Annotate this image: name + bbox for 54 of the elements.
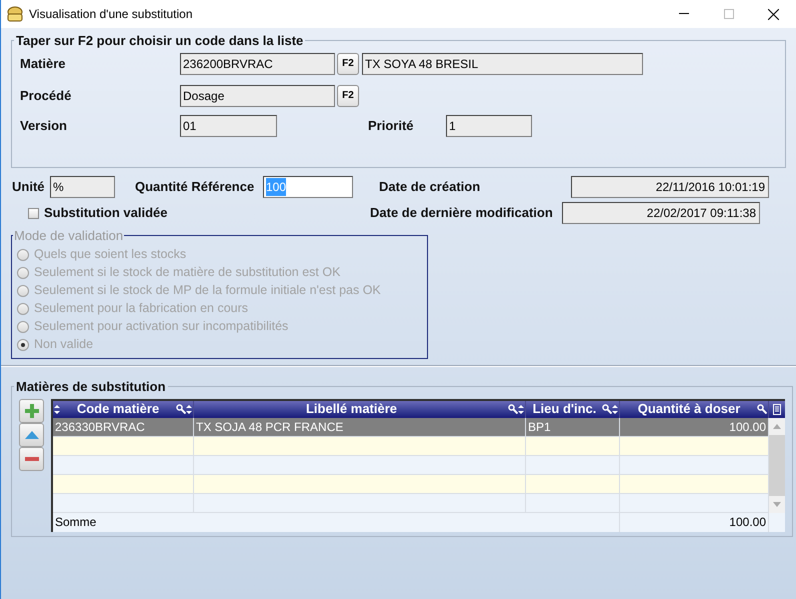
unit-field[interactable]: % [50, 176, 115, 198]
footer-total: 100.00 [620, 512, 769, 532]
radio-label: Quels que soient les stocks [34, 246, 186, 264]
field-label: Quantité Référence [135, 178, 256, 196]
add-button[interactable] [19, 398, 44, 422]
field-label: Version [20, 116, 68, 135]
radio-label: Seulement si le stock de matière de substitution est OK [34, 264, 340, 282]
priority-field[interactable]: 1 [446, 114, 532, 136]
remove-button[interactable] [19, 446, 44, 470]
process-field[interactable]: Dosage [180, 84, 335, 106]
column-settings-icon[interactable] [773, 404, 781, 414]
scroll-up-icon[interactable] [773, 424, 781, 428]
app-icon [6, 6, 24, 22]
lookup-button[interactable]: F2 [337, 52, 359, 74]
scroll-down-icon[interactable] [773, 502, 781, 506]
sort-icon[interactable] [54, 404, 60, 414]
triangle-up-icon [24, 430, 38, 438]
field-label: Unité [12, 178, 46, 196]
modification-date-field[interactable]: 22/02/2017 09:11:38 [562, 202, 760, 224]
search-icon[interactable] [602, 404, 612, 414]
close-icon [768, 8, 779, 20]
window-title: Visualisation d'une substitution [29, 6, 193, 23]
search-icon[interactable] [508, 404, 518, 414]
description-field[interactable]: TX SOYA 48 BRESIL [362, 52, 643, 74]
minimize-icon [678, 13, 688, 15]
lookup-button[interactable]: F2 [337, 84, 359, 106]
field-label: Priorité [368, 116, 415, 134]
radio-label: Seulement pour la fabrication en cours [34, 300, 248, 318]
creation-date-field[interactable]: 22/11/2016 10:01:19 [571, 176, 769, 198]
minus-icon [24, 456, 38, 460]
move-up-button[interactable] [19, 422, 44, 446]
field-label: Date de création [379, 178, 482, 196]
scrollbar[interactable] [769, 418, 785, 512]
sort-icon[interactable] [186, 404, 192, 414]
field-label: Matière [20, 54, 67, 73]
plus-icon [24, 404, 38, 418]
radio-label: Seulement si le stock de MP de la formule initiale n'est pas OK [34, 282, 381, 300]
group-title: Taper sur F2 pour choisir un code dans la liste [15, 32, 304, 50]
field-label: Substitution validée [44, 204, 169, 222]
radio-label: Seulement pour activation sur incompatibilités [34, 318, 288, 336]
group-title: Matières de substitution [15, 378, 167, 396]
version-field[interactable]: 01 [180, 114, 277, 136]
maximize-icon [724, 9, 734, 19]
search-icon[interactable] [757, 404, 767, 414]
search-icon[interactable] [176, 404, 186, 414]
sort-icon[interactable] [518, 404, 524, 414]
sort-icon[interactable] [612, 404, 618, 414]
radio-label: Non valide [34, 336, 94, 354]
field-label: Date de dernière modification [370, 204, 554, 222]
footer-label: Somme [53, 512, 620, 532]
checkbox[interactable] [28, 208, 39, 218]
group-title: Mode de validation [13, 227, 124, 245]
code-field[interactable]: 236200BRVRAC [180, 52, 335, 74]
field-label: Procédé [20, 86, 72, 105]
